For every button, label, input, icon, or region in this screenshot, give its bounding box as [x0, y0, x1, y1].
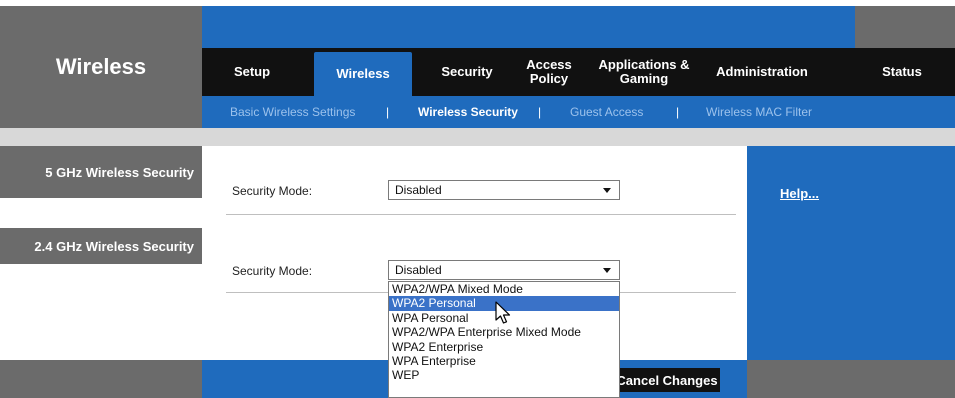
tab-setup[interactable]: Setup: [202, 48, 302, 96]
dropdown-option[interactable]: WEP: [389, 368, 619, 382]
left-gap: [0, 128, 202, 146]
tab-access-policy[interactable]: Access Policy: [514, 48, 584, 96]
tab-status[interactable]: Status: [862, 48, 942, 96]
security-mode-label-24ghz: Security Mode:: [232, 264, 313, 278]
chevron-down-icon: [603, 268, 611, 273]
subtab-basic-wireless-settings[interactable]: Basic Wireless Settings: [230, 96, 355, 128]
dropdown-option[interactable]: WPA2/WPA Mixed Mode: [389, 282, 619, 296]
section-title-5ghz: 5 GHz Wireless Security: [0, 146, 202, 198]
select-value: Disabled: [395, 183, 442, 197]
security-mode-select-5ghz[interactable]: Disabled: [388, 180, 620, 200]
left-spacer: [0, 198, 202, 228]
select-value: Disabled: [395, 263, 442, 277]
section-title-24ghz: 2.4 GHz Wireless Security: [0, 228, 202, 264]
dropdown-option[interactable]: WPA2/WPA Enterprise Mixed Mode: [389, 325, 619, 339]
tab-security[interactable]: Security: [422, 48, 512, 96]
subtab-wireless-mac-filter[interactable]: Wireless MAC Filter: [706, 96, 812, 128]
subtab-wireless-security[interactable]: Wireless Security: [418, 96, 518, 128]
divider: [226, 214, 736, 215]
tab-administration[interactable]: Administration: [702, 48, 822, 96]
security-mode-dropdown-list: WPA2/WPA Mixed Mode WPA2 Personal WPA Pe…: [388, 281, 620, 398]
cancel-changes-button[interactable]: Cancel Changes: [614, 368, 720, 392]
tab-wireless[interactable]: Wireless: [314, 52, 412, 96]
left-column: Wireless 5 GHz Wireless Security 2.4 GHz…: [0, 0, 202, 398]
mouse-pointer-icon: [495, 301, 511, 324]
sub-tab-bar: Basic Wireless Settings | Wireless Secur…: [202, 96, 955, 128]
security-mode-label-5ghz: Security Mode:: [232, 184, 313, 198]
content-gap: [202, 128, 955, 146]
dropdown-option[interactable]: WPA2 Enterprise: [389, 340, 619, 354]
subtab-guest-access[interactable]: Guest Access: [570, 96, 643, 128]
page-title: Wireless: [55, 54, 147, 79]
subtab-separator: |: [386, 105, 390, 119]
subtab-separator: |: [538, 105, 542, 119]
chevron-down-icon: [603, 188, 611, 193]
main-tab-bar: Setup Wireless Security Access Policy Ap…: [202, 48, 955, 96]
dropdown-option[interactable]: WPA Enterprise: [389, 354, 619, 368]
top-banner: [202, 6, 855, 48]
subtab-separator: |: [676, 105, 680, 119]
top-banner-right: [855, 6, 955, 48]
left-footer-block: [0, 360, 202, 398]
help-panel: [747, 146, 955, 360]
security-mode-select-24ghz[interactable]: Disabled: [388, 260, 620, 280]
tab-applications-gaming[interactable]: Applications & Gaming: [590, 48, 698, 96]
help-link[interactable]: Help...: [780, 186, 819, 201]
